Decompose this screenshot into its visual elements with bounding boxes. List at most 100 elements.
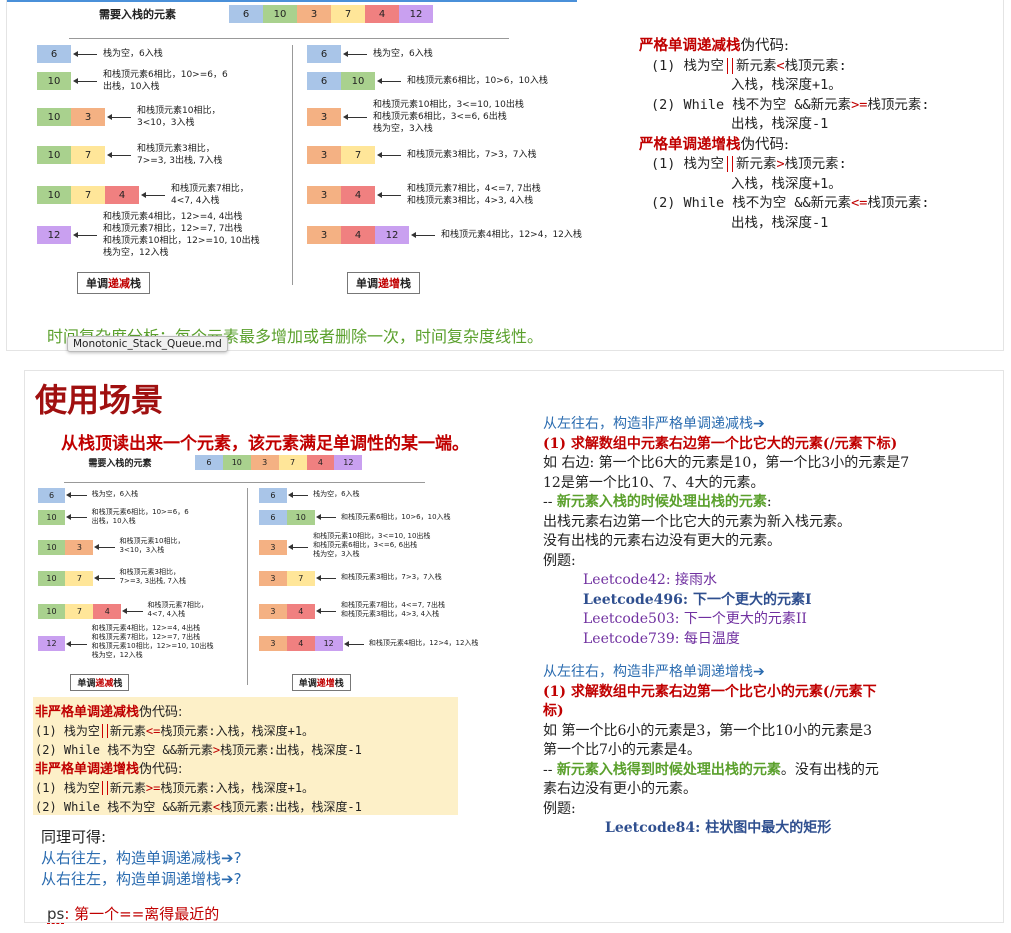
rtl-dec-question: 从右往左，构造单调递减栈➔? bbox=[41, 849, 242, 867]
ns-dec-step1-op: <= bbox=[145, 724, 161, 738]
right-row-arrow bbox=[315, 575, 337, 582]
r1-highlight: 新元素入栈的时候处理出栈的元素 bbox=[556, 494, 767, 510]
stack-label-c: 栈 bbox=[334, 679, 344, 690]
left-row-note: 和栈顶元素6相比，10>=6，6 出栈，10入栈 bbox=[103, 70, 228, 92]
left-row-arrow bbox=[141, 192, 165, 198]
left-row-arrow bbox=[107, 152, 131, 158]
right-stack-label: 单调递增栈 bbox=[291, 674, 351, 692]
right-stack-cell: 10 bbox=[286, 510, 315, 526]
ns-inc-step1-a: (1) 栈为空 bbox=[35, 781, 100, 795]
strict-inc-step1-b: 新元素 bbox=[736, 156, 777, 172]
header-cell: 7 bbox=[278, 455, 307, 471]
right-row-note: 和栈顶元素4相比，12>4，12入栈 bbox=[441, 230, 582, 240]
left-row-note: 栈为空，6入栈 bbox=[91, 490, 139, 499]
stack-label-c: 栈 bbox=[400, 277, 411, 290]
strict-dec-step1-d: 入栈，栈深度+1。 bbox=[731, 77, 842, 93]
left-row-arrow bbox=[66, 640, 87, 647]
leetcode-link-503[interactable]: Leetcode503: 下一个更大的元素II bbox=[543, 610, 1003, 630]
left-stack-cell: 10 bbox=[37, 539, 66, 555]
ps-note: ps: 第一个==离得最近的 bbox=[47, 903, 219, 924]
header-cell: 10 bbox=[222, 455, 251, 471]
left-stack-cell: 7 bbox=[65, 570, 94, 586]
left-stack-cell: 12 bbox=[37, 636, 66, 652]
similar-notes: 同理可得: 从右往左，构造单调递减栈➔? 从右往左，构造单调递增栈➔? bbox=[41, 827, 242, 890]
right-row-arrow bbox=[377, 152, 401, 158]
left-stack-cell: 6 bbox=[37, 45, 71, 63]
right-stack-cell: 3 bbox=[307, 108, 341, 126]
r2-question-1: (1) 求解数组中元素右边第一个比它小的元素(/元素下 bbox=[543, 683, 877, 700]
right-stack-cell: 6 bbox=[258, 510, 287, 526]
right-row-note: 和栈顶元素7相比，4<=7, 7出栈 和栈顶元素3相比，4>3, 4入栈 bbox=[340, 601, 445, 619]
right-row-arrow bbox=[315, 514, 337, 521]
right-stack-cell: 4 bbox=[341, 226, 375, 244]
r1-examples-label: 例题: bbox=[543, 552, 576, 569]
bottom-card: 使用场景 从栈顶读出来一个元素，该元素满足单调性的某一端。 需要入栈的元素 6 10… bbox=[24, 370, 1004, 924]
left-stack-cell: 10 bbox=[37, 186, 71, 204]
left-stack-cell: 10 bbox=[37, 146, 71, 164]
right-row-arrow bbox=[287, 492, 309, 499]
right-row-arrow bbox=[287, 543, 309, 550]
ns-dec-step1-c: 栈顶元素:入栈，栈深度+1。 bbox=[160, 724, 315, 738]
right-stack-cell: 7 bbox=[341, 146, 375, 164]
right-row-arrow bbox=[315, 607, 337, 614]
strict-dec-title: 严格单调递减栈 bbox=[639, 37, 741, 54]
ns-dec-step1-b: 新元素 bbox=[109, 724, 146, 738]
ns-inc-title: 非严格单调递增栈 bbox=[35, 762, 140, 777]
strict-dec-step2-d: 出栈，栈深度-1 bbox=[731, 116, 829, 132]
left-stack-cell: 10 bbox=[37, 570, 66, 586]
r1-example-2: 12是第一个比10、7、4大的元素。 bbox=[543, 474, 765, 491]
diagram-header-title: 需要入栈的元素 bbox=[99, 8, 176, 21]
header-cell: 12 bbox=[399, 5, 433, 23]
left-stack-label: 单调递减栈 bbox=[77, 272, 150, 294]
right-stack-cell: 10 bbox=[341, 72, 375, 90]
strict-pseudocode-block: 严格单调递减栈伪代码: (1) 栈为空 新元素<栈顶元素: 入栈，栈深度+1。 (… bbox=[639, 36, 1009, 233]
ns-inc-step2-c: 栈顶元素:出栈，栈深度-1 bbox=[220, 800, 362, 814]
right-row-arrow bbox=[377, 78, 401, 84]
strict-dec-step1-a: (1) 栈为空 bbox=[651, 57, 725, 74]
right-stack-cell: 3 bbox=[258, 603, 287, 619]
ns-dec-step2-a: (2) While 栈不为空 &&新元素 bbox=[35, 743, 213, 757]
header-cell: 4 bbox=[365, 5, 399, 23]
r1-rule-b: 没有出栈的元素右边没有更大的元素。 bbox=[543, 533, 781, 549]
stack-label-b: 递增 bbox=[316, 679, 335, 690]
r2-dash: -- bbox=[543, 761, 553, 778]
left-stack-cell: 4 bbox=[93, 603, 122, 619]
strict-inc-step1-c: 栈顶元素: bbox=[784, 156, 847, 172]
left-stack-cell: 7 bbox=[71, 186, 105, 204]
diagram-header-title: 需要入栈的元素 bbox=[88, 458, 152, 469]
strict-dec-step2-op: >= bbox=[851, 96, 868, 113]
right-stack-cell: 3 bbox=[307, 226, 341, 244]
header-divider bbox=[63, 482, 425, 484]
left-stack-cell: 10 bbox=[37, 603, 66, 619]
right-row-note: 栈为空，6入栈 bbox=[373, 49, 433, 59]
r1-example-1: 如 右边: 第一个比6大的元素是10，第一个比3小的元素是7 bbox=[543, 455, 910, 471]
right-row-note: 和栈顶元素3相比，7>3，7入栈 bbox=[407, 150, 537, 160]
left-stack-cell: 4 bbox=[105, 186, 139, 204]
right-row-note: 和栈顶元素10相比，3<=10, 10出栈 和栈顶元素6相比，3<=6, 6出栈… bbox=[373, 100, 524, 134]
file-tooltip: Monotonic_Stack_Queue.md bbox=[67, 336, 228, 352]
leetcode-link-84[interactable]: Leetcode84: 柱状图中最大的矩形 bbox=[543, 819, 1003, 839]
right-row-note: 栈为空，6入栈 bbox=[313, 490, 360, 499]
right-stack-cell: 6 bbox=[307, 72, 341, 90]
right-row-note: 和栈顶元素7相比，4<=7, 7出栈 和栈顶元素3相比，4>3, 4入栈 bbox=[407, 184, 541, 206]
monotonic-stack-diagram-small: 需要入栈的元素 6 10 3 7 4 12 6 栈为空，6入栈 10 和栈顶元素6相比，10>=6，… bbox=[31, 451, 478, 692]
ps-label: ps bbox=[47, 905, 65, 924]
left-stack-cell: 10 bbox=[37, 72, 71, 90]
ps-text: : 第一个==离得最近的 bbox=[64, 905, 220, 923]
right-row-arrow bbox=[377, 192, 401, 198]
ns-dec-step1-a: (1) 栈为空 bbox=[35, 724, 100, 738]
left-stack-cell: 10 bbox=[37, 108, 71, 126]
top-card: 需要入栈的元素 6 10 3 7 4 12 6 栈为空，6入栈 10 和栈顶元素6相比，10>=6，… bbox=[6, 0, 1004, 352]
stack-label-a: 单调 bbox=[298, 679, 317, 690]
right-row-arrow bbox=[343, 114, 367, 120]
r2-example-2: 第一个比7小的元素是4。 bbox=[543, 742, 701, 758]
leetcode-link-496[interactable]: Leetcode496: 下一个更大的元素I bbox=[543, 591, 1003, 611]
leetcode-link-739[interactable]: Leetcode739: 每日温度 bbox=[543, 630, 1003, 650]
right-stack-cell: 7 bbox=[286, 570, 315, 586]
stack-label-c: 栈 bbox=[113, 679, 123, 690]
r1-rule-a: 出栈元素右边第一个比它大的元素为新入栈元素。 bbox=[543, 513, 851, 530]
right-stack-cell: 12 bbox=[314, 636, 343, 652]
leetcode-link-42[interactable]: Leetcode42: 接雨水 bbox=[543, 571, 1003, 591]
right-stack-cell: 6 bbox=[258, 487, 287, 503]
strict-inc-suffix: 伪代码: bbox=[740, 136, 789, 153]
